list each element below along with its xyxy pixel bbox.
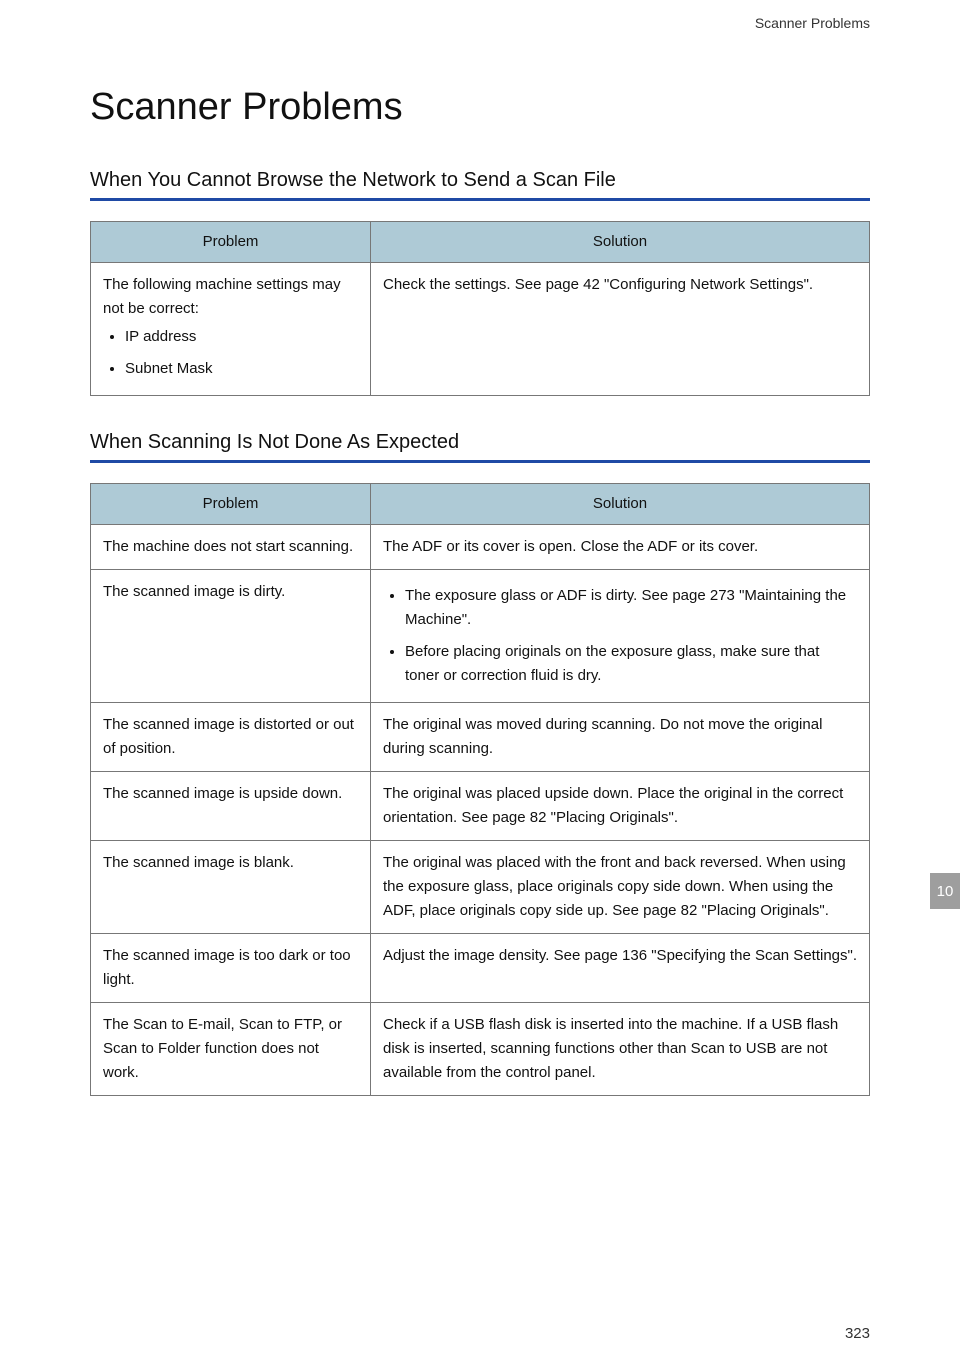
table-row: The following machine settings may not b… — [91, 263, 870, 396]
section2-row6-solution: Check if a USB flash disk is inserted in… — [371, 1003, 870, 1096]
section1-row0-solution: Check the settings. See page 42 "Configu… — [371, 263, 870, 396]
section2-row4-solution: The original was placed with the front a… — [371, 841, 870, 934]
section2-row1-solution-list: The exposure glass or ADF is dirty. See … — [383, 584, 857, 688]
section1-col-problem: Problem — [91, 222, 371, 263]
page-number: 323 — [845, 1325, 870, 1342]
table-row: The machine does not start scanning. The… — [91, 525, 870, 570]
section1-header-row: Problem Solution — [91, 222, 870, 263]
section2-row3-problem: The scanned image is upside down. — [91, 772, 371, 841]
section2-heading: When Scanning Is Not Done As Expected — [90, 431, 870, 460]
section2-rule — [90, 460, 870, 463]
page: Scanner Problems Scanner Problems When Y… — [0, 0, 960, 1360]
section2-row1-solution: The exposure glass or ADF is dirty. See … — [371, 570, 870, 703]
running-header: Scanner Problems — [90, 15, 870, 31]
section1-row0-problem-list: IP address Subnet Mask — [103, 325, 358, 381]
section2-row3-solution: The original was placed upside down. Pla… — [371, 772, 870, 841]
table-row: The scanned image is too dark or too lig… — [91, 934, 870, 1003]
page-title: Scanner Problems — [90, 86, 870, 129]
table-row: The Scan to E-mail, Scan to FTP, or Scan… — [91, 1003, 870, 1096]
section1-rule — [90, 198, 870, 201]
section2-col-solution: Solution — [371, 484, 870, 525]
list-item: Subnet Mask — [125, 357, 358, 381]
list-item: The exposure glass or ADF is dirty. See … — [405, 584, 857, 632]
table-row: The scanned image is upside down. The or… — [91, 772, 870, 841]
section2-col-problem: Problem — [91, 484, 371, 525]
section2-row6-problem: The Scan to E-mail, Scan to FTP, or Scan… — [91, 1003, 371, 1096]
section1-table: Problem Solution The following machine s… — [90, 221, 870, 396]
section2-row2-solution: The original was moved during scanning. … — [371, 703, 870, 772]
section1-heading: When You Cannot Browse the Network to Se… — [90, 169, 870, 198]
section1-col-solution: Solution — [371, 222, 870, 263]
section1-row0-problem: The following machine settings may not b… — [91, 263, 371, 396]
section2-row5-solution: Adjust the image density. See page 136 "… — [371, 934, 870, 1003]
table-row: The scanned image is blank. The original… — [91, 841, 870, 934]
section2-table: Problem Solution The machine does not st… — [90, 483, 870, 1096]
section2-row5-problem: The scanned image is too dark or too lig… — [91, 934, 371, 1003]
table-row: The scanned image is dirty. The exposure… — [91, 570, 870, 703]
section2-row4-problem: The scanned image is blank. — [91, 841, 371, 934]
chapter-tab: 10 — [930, 873, 960, 909]
section2-row2-problem: The scanned image is distorted or out of… — [91, 703, 371, 772]
list-item: IP address — [125, 325, 358, 349]
section2-row0-problem: The machine does not start scanning. — [91, 525, 371, 570]
section2-row0-solution: The ADF or its cover is open. Close the … — [371, 525, 870, 570]
list-item: Before placing originals on the exposure… — [405, 640, 857, 688]
section2-header-row: Problem Solution — [91, 484, 870, 525]
section1-row0-problem-intro: The following machine settings may not b… — [103, 276, 341, 317]
table-row: The scanned image is distorted or out of… — [91, 703, 870, 772]
section2-row1-problem: The scanned image is dirty. — [91, 570, 371, 703]
